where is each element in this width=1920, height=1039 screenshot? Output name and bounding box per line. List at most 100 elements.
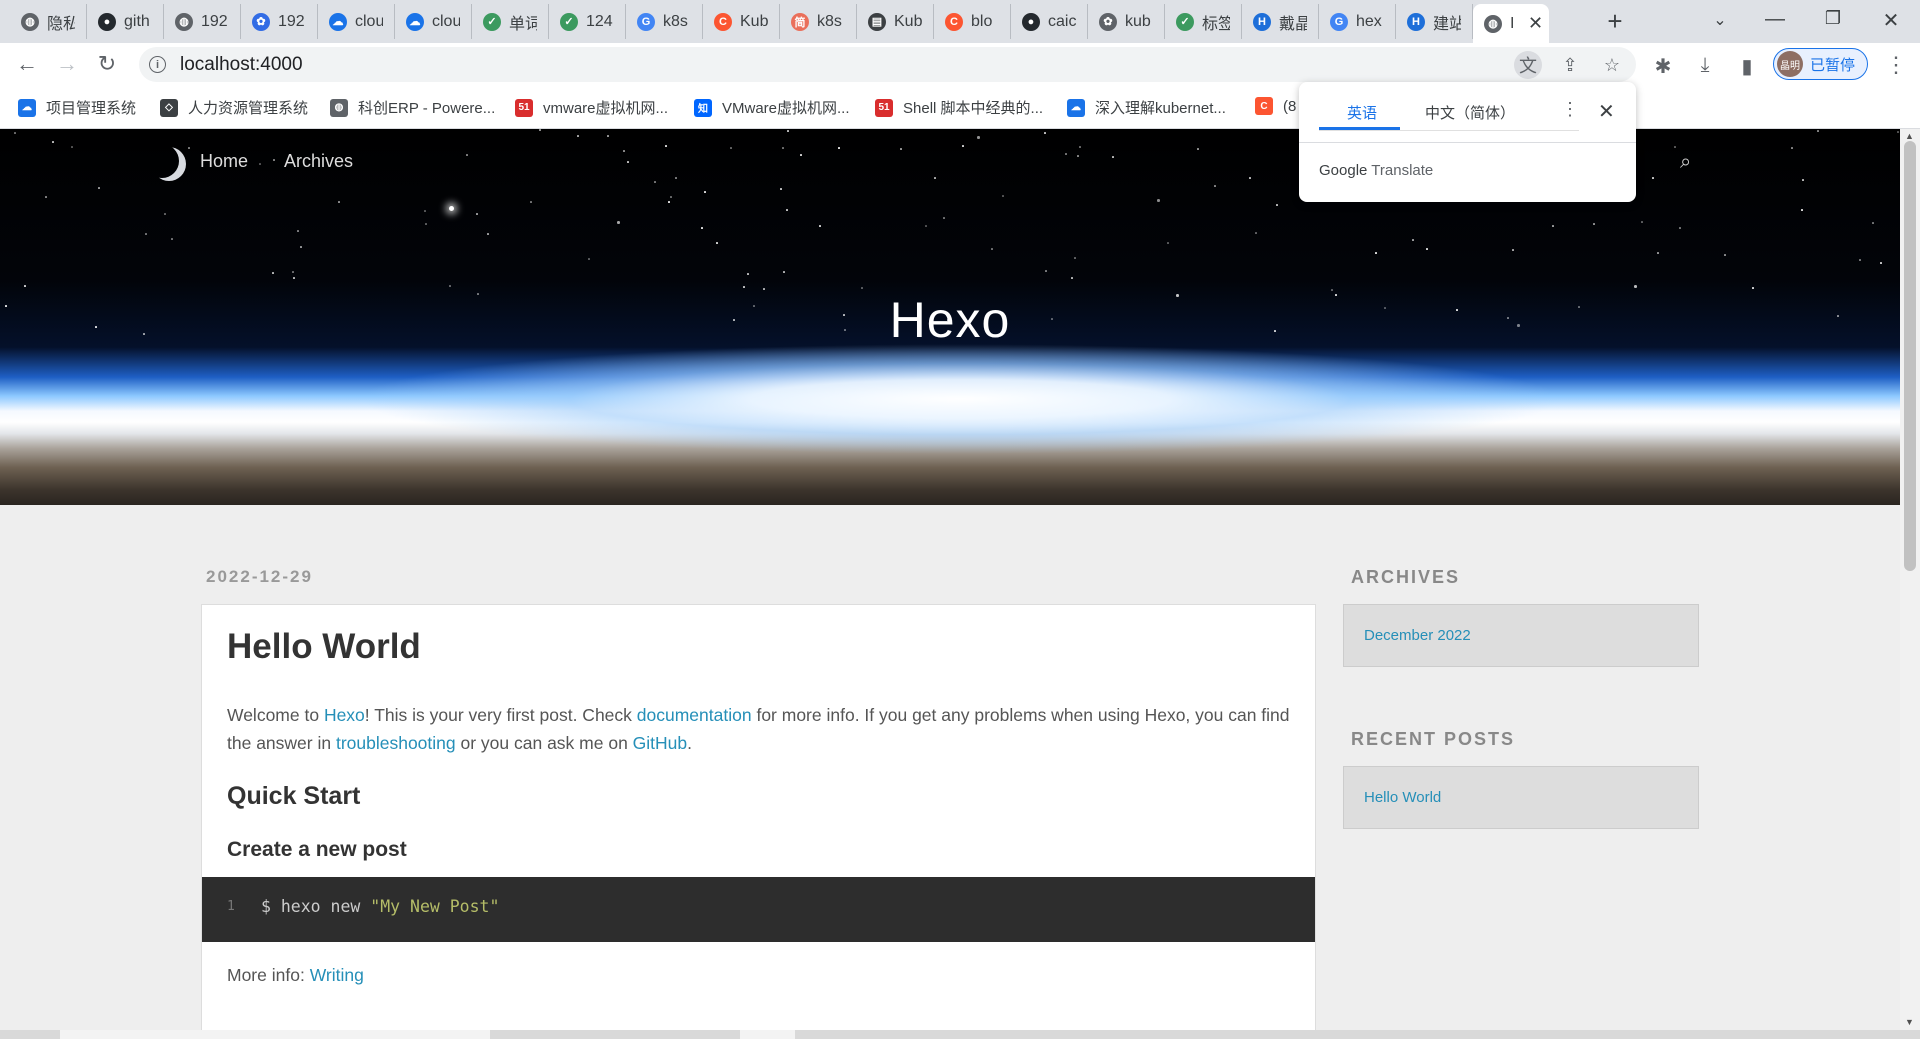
back-icon[interactable]: ← [12, 51, 42, 77]
url-text[interactable]: localhost:4000 [180, 54, 303, 76]
browser-tab[interactable]: ✿ kub [1088, 4, 1165, 39]
hexo-link[interactable]: Hexo [324, 705, 365, 725]
browser-tab[interactable]: ● gith [87, 4, 164, 39]
browser-tab[interactable]: ◍ 192 [164, 4, 241, 39]
star-decoration [1652, 177, 1654, 179]
bookmark-item[interactable]: ◍ 科创ERP - Powere... [330, 97, 495, 118]
tab-title: hex [1356, 12, 1382, 30]
star-decoration [783, 271, 785, 273]
minimize-icon[interactable]: — [1760, 8, 1790, 31]
star-decoration [338, 201, 340, 203]
intro-text: . [687, 733, 693, 753]
github-link[interactable]: GitHub [633, 733, 687, 753]
translate-close-icon[interactable]: ✕ [1598, 99, 1615, 124]
new-tab-button[interactable]: + [1600, 6, 1630, 37]
troubleshooting-link[interactable]: troubleshooting [336, 733, 456, 753]
browser-tab[interactable]: C Kub [703, 4, 780, 39]
star-decoration [1077, 155, 1079, 157]
forward-icon[interactable]: → [52, 51, 82, 77]
site-info-icon[interactable]: i [149, 56, 166, 73]
star-decoration [539, 129, 541, 131]
bookmark-item[interactable]: ☁ 深入理解kubernet... [1067, 97, 1226, 118]
bookmark-item[interactable]: 51 Shell 脚本中经典的... [875, 97, 1043, 118]
cloud-icon: ☁ [406, 12, 424, 31]
bookmark-item[interactable]: ☁ 项目管理系统 [18, 97, 136, 118]
share-icon[interactable]: ⇪ [1556, 51, 1584, 79]
star-decoration [670, 196, 672, 198]
star-decoration [164, 213, 166, 215]
star-decoration [780, 188, 782, 190]
more-info: More info: Writing [227, 965, 364, 986]
tab-search-icon[interactable]: ⌄ [1705, 10, 1735, 30]
browser-tab[interactable]: ◍ I ✕ [1473, 4, 1549, 43]
bookmark-item[interactable]: ◇ 人力资源管理系统 [160, 97, 308, 118]
translate-tab-target[interactable]: 中文（简体） [1425, 102, 1515, 123]
nav-archives-link[interactable]: Archives [284, 151, 353, 172]
site-title[interactable]: Hexo [0, 291, 1900, 349]
tab-title: Kub [740, 12, 768, 30]
browser-tab[interactable]: ▤ Kub [857, 4, 934, 39]
writing-link[interactable]: Writing [310, 965, 364, 985]
scrollbar-thumb[interactable] [1904, 141, 1916, 571]
browser-tab[interactable]: ✓ 标签 [1165, 4, 1242, 39]
tab-close-icon[interactable]: ✕ [1528, 13, 1543, 34]
cloud-icon: ☁ [329, 12, 347, 31]
post-date[interactable]: 2022-12-29 [206, 567, 313, 587]
browser-tab[interactable]: ● caic [1011, 4, 1088, 39]
restore-icon[interactable]: ❐ [1818, 8, 1848, 29]
scroll-down-icon[interactable]: ▼ [1905, 1017, 1914, 1027]
bookmark-star-icon[interactable]: ☆ [1598, 51, 1626, 79]
star-decoration [466, 154, 468, 156]
browser-tab[interactable]: ✿ 192 [241, 4, 318, 39]
star-decoration [1079, 146, 1081, 148]
browser-tab[interactable]: ☁ clou [395, 4, 472, 39]
archive-december-2022-link[interactable]: December 2022 [1364, 627, 1471, 644]
browser-tab[interactable]: Gk8s [626, 4, 703, 39]
address-bar[interactable]: i localhost:4000 文 ⇪ ☆ [139, 47, 1636, 82]
profile-button[interactable]: 晶明 已暂停 [1773, 48, 1868, 80]
side-panel-icon[interactable]: ▮ [1734, 54, 1760, 79]
bookmark-item[interactable]: C (8 [1255, 97, 1296, 115]
star-decoration [977, 136, 980, 139]
star-decoration [273, 159, 275, 161]
code-block: 1 $ hexo new "My New Post" [202, 877, 1315, 942]
vertical-scrollbar[interactable]: ▲ ▼ [1900, 129, 1920, 1030]
browser-menu-icon[interactable]: ⋮ [1885, 52, 1907, 78]
browser-tab[interactable]: ✓ 单词 [472, 4, 549, 39]
nav-home-link[interactable]: Home [200, 151, 248, 172]
translate-icon[interactable]: 文 [1514, 51, 1542, 79]
brand-translate: Translate [1371, 162, 1434, 179]
bookmark-item[interactable]: 知 VMware虚拟机网... [694, 97, 850, 118]
window-close-icon[interactable]: ✕ [1876, 8, 1906, 33]
post-title[interactable]: Hello World [227, 627, 421, 667]
browser-tab[interactable]: H 戴晶 [1242, 4, 1319, 39]
code-line: $ hexo new "My New Post" [261, 897, 499, 916]
browser-tab[interactable]: ◍ 隐私 [10, 4, 87, 39]
scroll-up-icon[interactable]: ▲ [1905, 131, 1914, 141]
browser-tab[interactable]: Cblo [934, 4, 1011, 39]
star-decoration [1578, 306, 1580, 308]
browser-tab[interactable]: ☁ clou [318, 4, 395, 39]
h-icon: H [1407, 12, 1425, 31]
recent-post-hello-world-link[interactable]: Hello World [1364, 789, 1441, 806]
bookmark-item[interactable]: 51 vmware虚拟机网... [515, 97, 668, 118]
reload-icon[interactable]: ↻ [92, 51, 122, 77]
extensions-icon[interactable]: ✱ [1650, 54, 1676, 79]
star-decoration [1331, 289, 1333, 291]
translate-tab-source[interactable]: 英语 [1347, 102, 1377, 123]
star-decoration [1045, 270, 1047, 272]
translate-options-icon[interactable]: ⋮ [1561, 99, 1579, 120]
intro-text: Welcome to [227, 705, 324, 725]
browser-tab[interactable]: H 建站 [1396, 4, 1473, 39]
globe-icon: ◍ [21, 12, 39, 31]
browser-tab[interactable]: 简 k8s [780, 4, 857, 39]
star-decoration [654, 181, 656, 183]
main-nav: Home Archives [200, 151, 389, 172]
documentation-link[interactable]: documentation [637, 705, 752, 725]
search-icon[interactable]: ⌕ [1680, 151, 1691, 174]
browser-tab[interactable]: ✓ 124 [549, 4, 626, 39]
star-decoration [45, 196, 47, 198]
star-decoration [1002, 195, 1004, 197]
browser-tab[interactable]: Ghex [1319, 4, 1396, 39]
download-icon[interactable]: ⤓ [1692, 54, 1718, 77]
